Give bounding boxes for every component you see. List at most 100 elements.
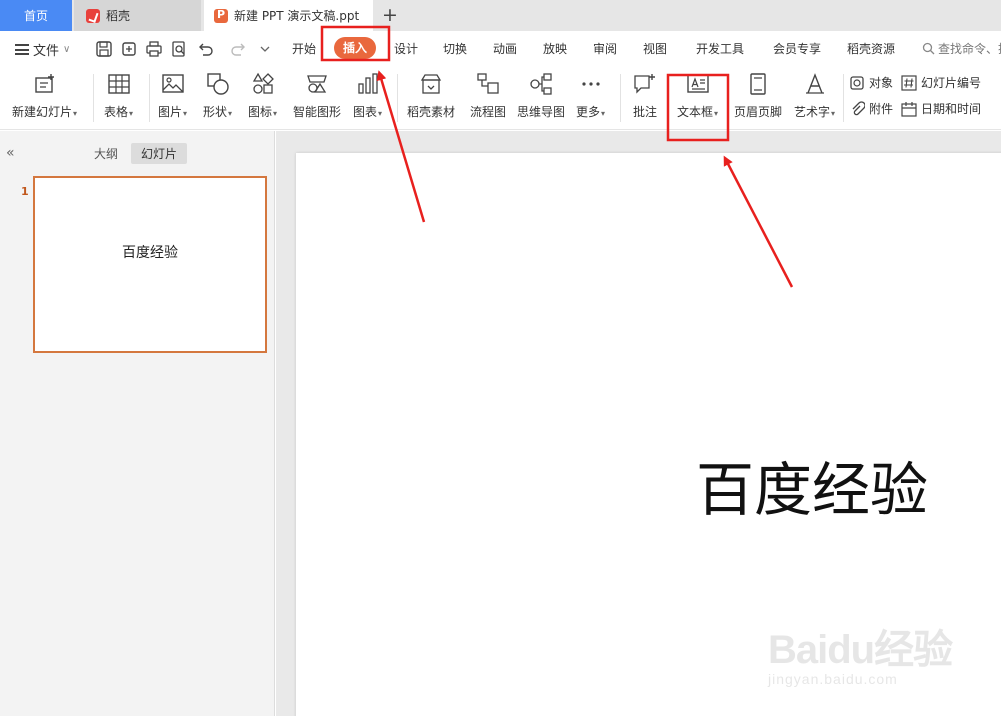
tab-slides[interactable]: 幻灯片 [131,143,188,164]
more-dots-icon [581,82,600,86]
textbox-label: 文本框 [677,105,714,119]
caret-icon: ▾ [273,109,278,118]
daoke-material-button[interactable]: 稻壳素材 [407,72,455,120]
caret-icon: ▾ [831,109,836,118]
ppt-logo-icon [214,8,228,23]
date-time-label: 日期和时间 [921,102,982,116]
menu-bar: 文件 ∨ 开始 插入 设计 切换 动画 放映 审阅 视图 开发工具 会员专享 稻… [0,31,1001,66]
tab-outline[interactable]: 大纲 [94,145,118,162]
tab-developer[interactable]: 开发工具 [696,40,744,57]
chevron-down-icon: ∨ [63,44,71,55]
table-button[interactable]: 表格▾ [104,72,133,120]
redo-icon[interactable] [230,40,248,58]
hamburger-icon [15,44,29,55]
flowchart-icon [477,73,499,94]
print-preview-icon[interactable] [170,40,188,58]
tab-transition[interactable]: 切换 [443,40,467,57]
smart-art-button[interactable]: 智能图形 [293,72,341,120]
new-slide-icon [34,74,54,93]
tab-view[interactable]: 视图 [643,40,667,57]
caret-icon: ▾ [228,109,233,118]
print-icon[interactable] [145,40,163,58]
date-time-button[interactable]: 日期和时间 [901,100,981,117]
paperclip-icon [852,100,865,115]
word-art-label: 艺术字 [794,105,831,119]
word-art-button[interactable]: 艺术字▾ [794,72,835,120]
slide-thumbnail-text: 百度经验 [122,245,178,261]
header-footer-button[interactable]: 页眉页脚 [734,72,782,120]
slide-number: 1 [21,185,29,198]
baidu-watermark: Baidu经验 jingyan.baidu.com [768,617,953,687]
mind-map-label: 思维导图 [517,105,566,119]
save-icon[interactable] [95,40,113,58]
tab-slideshow[interactable]: 放映 [543,40,567,57]
export-icon[interactable] [120,40,138,58]
picture-button[interactable]: 图片▾ [158,72,187,120]
slide-number-label: 幻灯片编号 [921,76,982,90]
tab-daoke[interactable]: 稻壳 [74,0,201,31]
shape-button[interactable]: 形状▾ [203,72,232,120]
search-placeholder: 查找命令、搜 [938,42,1001,56]
tab-review[interactable]: 审阅 [593,40,617,57]
header-footer-icon [750,73,766,95]
undo-icon[interactable] [196,40,214,58]
object-icon [850,75,864,90]
chart-button[interactable]: 图表▾ [353,72,382,120]
slides-panel: « 大纲 幻灯片 1 百度经验 [0,131,275,716]
ribbon-separator [843,74,844,122]
mind-map-button[interactable]: 思维导图 [517,72,565,120]
comment-button[interactable]: 批注 [632,72,658,120]
mind-map-icon [530,73,552,95]
chart-label: 图表 [353,105,378,119]
customize-quick-access-icon[interactable] [256,40,270,58]
tab-document-label: 新建 PPT 演示文稿.ppt [234,9,360,23]
tab-daoke-label: 稻壳 [106,9,131,23]
caret-icon: ▾ [601,109,606,118]
tab-daoke-resources[interactable]: 稻壳资源 [847,40,895,57]
flowchart-label: 流程图 [470,105,507,119]
flowchart-button[interactable]: 流程图 [470,72,506,120]
picture-icon [161,74,184,93]
caret-icon: ▾ [714,109,719,118]
slide-thumbnail[interactable]: 百度经验 [33,176,267,353]
caret-icon: ▾ [183,109,188,118]
slide-number-button[interactable]: 幻灯片编号 [901,74,981,91]
new-slide-label: 新建幻灯片 [12,105,73,119]
tab-insert[interactable]: 插入 [334,37,377,59]
tab-animation[interactable]: 动画 [493,40,517,57]
icons-library-icon [252,72,274,94]
textbox-button[interactable]: 文本框▾ [677,72,718,120]
attachment-button[interactable]: 附件 [849,100,893,117]
collapse-panel-icon[interactable]: « [6,145,14,161]
attachment-label: 附件 [869,102,894,116]
more-button[interactable]: 更多▾ [576,72,605,120]
tab-home[interactable]: 首页 [0,0,72,31]
caret-icon: ▾ [378,109,383,118]
tab-design[interactable]: 设计 [394,40,418,57]
search-icon [922,42,935,55]
file-menu-button[interactable]: 文件 ∨ [15,40,70,59]
file-menu-label: 文件 [33,44,60,59]
tab-member[interactable]: 会员专享 [773,40,821,57]
tab-start[interactable]: 开始 [292,40,316,57]
comment-icon [634,74,655,94]
new-slide-button[interactable]: 新建幻灯片▾ [12,72,77,120]
slide-text-box[interactable]: 百度经验 [696,443,928,527]
textbox-icon [686,74,709,93]
tab-document[interactable]: 新建 PPT 演示文稿.ppt [204,0,373,31]
object-button[interactable]: 对象 [849,74,893,91]
smart-art-icon [307,75,327,93]
insert-ribbon: 新建幻灯片▾ 表格▾ 图片▾ 形状▾ 图标▾ 智能图形 图表▾ 稻壳素材 流程图… [0,66,1001,130]
more-label: 更多 [576,105,601,119]
word-art-icon [805,73,824,94]
comment-label: 批注 [632,105,657,119]
title-tab-bar: 首页 稻壳 新建 PPT 演示文稿.ppt + [0,0,1001,31]
icon-button[interactable]: 图标▾ [248,72,277,120]
command-search[interactable]: 查找命令、搜 [922,40,1001,57]
new-tab-button[interactable]: + [380,3,400,27]
picture-label: 图片 [158,105,183,119]
object-label: 对象 [869,76,894,90]
smart-art-label: 智能图形 [293,105,342,119]
ribbon-separator [397,74,398,122]
daoke-material-label: 稻壳素材 [407,105,456,119]
